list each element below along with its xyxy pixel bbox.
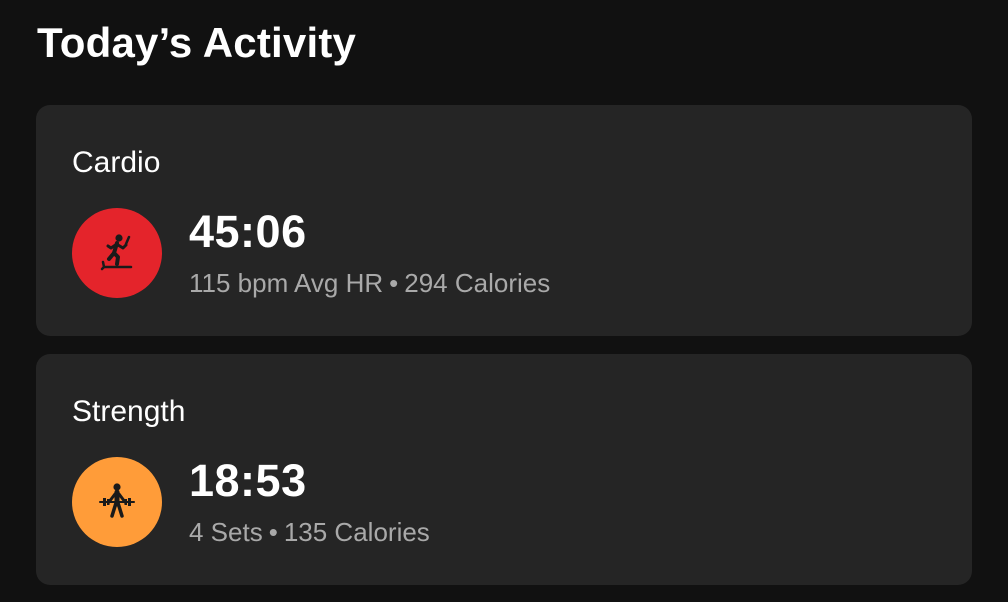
weightlifter-icon: [72, 457, 162, 547]
activity-title: Cardio: [72, 146, 161, 179]
duration-value: 18:53: [189, 455, 307, 506]
calories: 135 Calories: [283, 517, 430, 547]
weightlifter-glyph: [99, 483, 135, 518]
page-title: Today’s Activity: [37, 19, 357, 66]
activity-card-cardio[interactable]: Cardio 45:06 115 bpm Avg HR • 294 Calories: [36, 105, 972, 336]
activity-details: 4 Sets • 135 Calories: [189, 516, 430, 548]
separator-dot: •: [389, 268, 399, 298]
treadmill-runner-glyph: [100, 234, 133, 271]
treadmill-runner-icon: [72, 208, 162, 298]
activity-card-strength[interactable]: Strength 18:53 4 Sets • 135 Calories: [36, 354, 972, 585]
calories: 294 Calories: [404, 268, 551, 298]
sets-count: 4 Sets: [189, 517, 263, 547]
activity-title: Strength: [72, 395, 186, 428]
separator-dot: •: [268, 517, 278, 547]
activity-details: 115 bpm Avg HR • 294 Calories: [189, 267, 550, 299]
avg-heart-rate: 115 bpm Avg HR: [189, 268, 384, 298]
duration-value: 45:06: [189, 206, 307, 257]
